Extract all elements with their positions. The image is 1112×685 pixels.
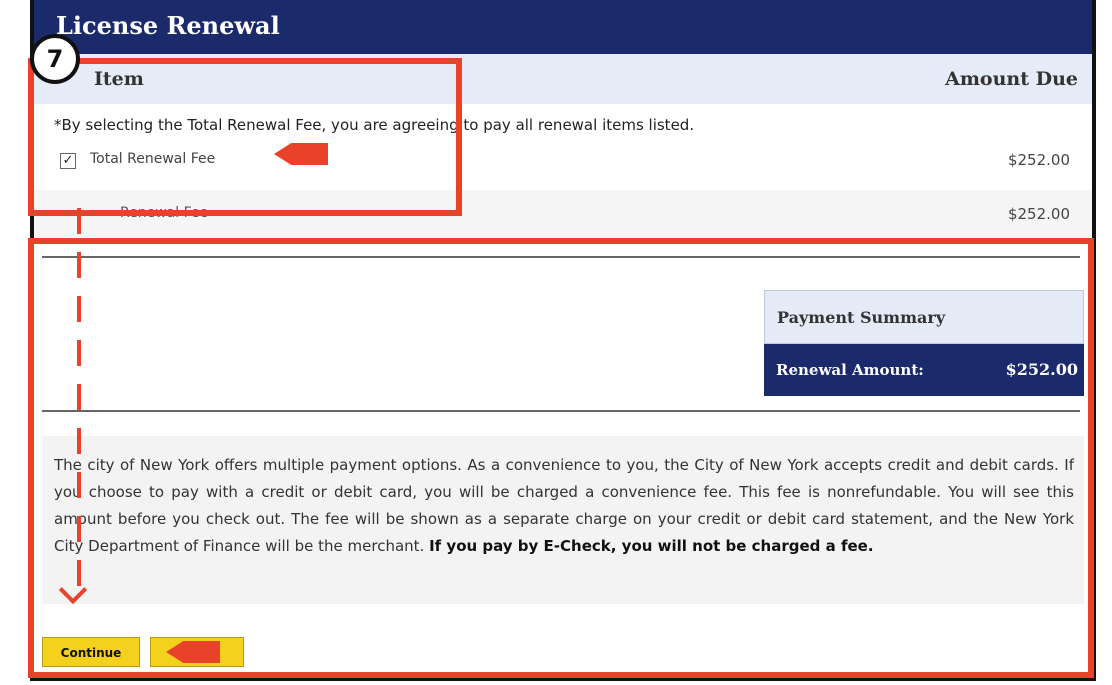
- annotation-dashed-arrow: [77, 208, 81, 592]
- step-number-badge: 7: [30, 34, 80, 84]
- column-amount-due: Amount Due: [945, 68, 1078, 90]
- row-amount: $252.00: [1007, 205, 1070, 223]
- row-amount: $252.00: [1007, 151, 1070, 169]
- annotation-highlight-box: [28, 238, 1094, 678]
- annotation-highlight-box: [28, 58, 462, 216]
- page-title: License Renewal: [34, 0, 1092, 54]
